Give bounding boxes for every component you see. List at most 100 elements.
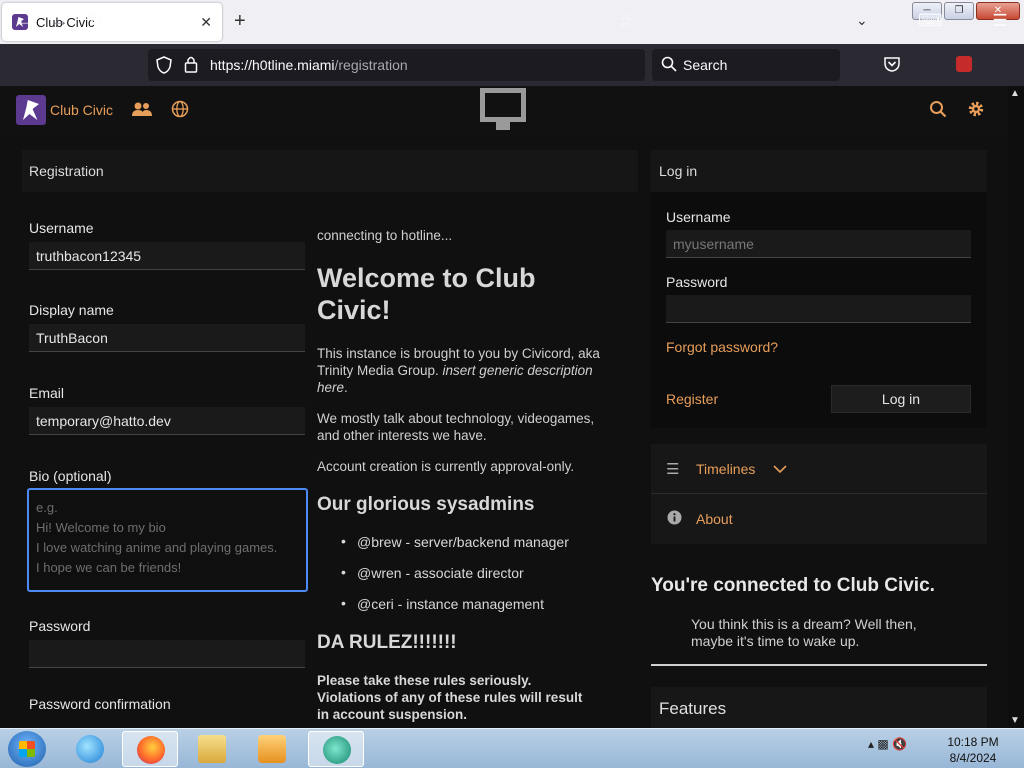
monitor-icon — [480, 88, 526, 132]
start-button[interactable] — [8, 731, 46, 767]
firefox-icon — [137, 736, 165, 764]
list-icon: ☰ — [666, 461, 680, 478]
taskbar-explorer[interactable] — [184, 731, 240, 767]
connected-line1: You think this is a dream? Well then, — [691, 616, 917, 632]
scroll-down-icon[interactable]: ▼ — [1010, 715, 1020, 726]
new-tab-button[interactable]: + — [234, 10, 246, 33]
password-field[interactable] — [29, 640, 305, 668]
app-icon — [323, 736, 351, 764]
side-menu — [651, 444, 987, 544]
login-password-field[interactable] — [666, 295, 971, 323]
bio-label: Bio (optional) — [29, 468, 112, 484]
club-civic-logo-icon[interactable] — [16, 95, 46, 125]
taskbar-firefox[interactable] — [122, 731, 178, 767]
clock-date: 8/4/2024 — [949, 751, 997, 765]
connection-status: connecting to hotline... — [317, 228, 453, 243]
sysadmin-item: @brew - server/backend manager — [357, 534, 569, 550]
page-scrollbar[interactable]: ▲ ▼ — [1008, 86, 1024, 728]
people-icon[interactable] — [131, 101, 153, 117]
pocket-icon[interactable] — [883, 56, 901, 72]
intro-line1: This instance is brought to you by Civic… — [317, 346, 600, 361]
search-placeholder: Search — [683, 57, 728, 73]
intro-line2: Trinity Media Group. insert generic desc… — [317, 362, 617, 379]
tray-icons[interactable]: ▴ ▩ 🔇 — [868, 737, 907, 751]
login-panel-header — [651, 150, 987, 192]
login-password-label: Password — [666, 274, 728, 290]
about-menu-item[interactable]: About — [696, 511, 733, 527]
info-icon — [667, 510, 682, 525]
tab-close-icon[interactable]: ✕ — [200, 14, 212, 31]
login-username-field[interactable]: myusername — [666, 230, 971, 258]
ublock-icon[interactable] — [956, 56, 972, 72]
chevron-down-icon[interactable] — [773, 464, 787, 474]
extensions-icon[interactable]: ⌨ — [918, 11, 943, 31]
forward-icon[interactable]: → — [50, 11, 70, 31]
settings-gear-icon[interactable] — [967, 100, 985, 118]
search-site-icon[interactable] — [929, 100, 947, 118]
scroll-up-icon[interactable]: ▲ — [1010, 88, 1020, 99]
clock[interactable]: 10:18 PM 8/4/2024 — [940, 734, 1006, 766]
restore-button[interactable]: ❐ — [944, 2, 974, 20]
site-header: Club Civic — [0, 86, 1008, 136]
hamburger-menu-icon[interactable]: ☰ — [990, 11, 1010, 31]
folder-icon — [198, 735, 226, 763]
rules-line1: Please take these rules seriously. — [317, 673, 532, 688]
page-viewport: Club Civic Registration Username truthba… — [0, 86, 1008, 728]
login-button[interactable]: Log in — [831, 385, 971, 413]
taskbar-ie[interactable] — [62, 731, 118, 767]
monitor-stand — [496, 122, 510, 130]
bio-textarea[interactable]: e.g. Hi! Welcome to my bio I love watchi… — [27, 488, 308, 592]
bullet-3: • — [341, 595, 346, 611]
email-field[interactable]: temporary@hatto.dev — [29, 407, 305, 435]
connected-text: You think this is a dream? Well then, ma… — [691, 616, 951, 650]
login-username-label: Username — [666, 209, 731, 225]
intro-paragraph: This instance is brought to you by Civic… — [317, 345, 617, 396]
rules-line2: Violations of any of these rules will re… — [317, 690, 583, 705]
list-all-tabs-icon[interactable]: ⌄ — [856, 12, 868, 29]
browser-tab-bar: Club Civic ✕ + ⌄ ─ ❐ ✕ — [0, 0, 1024, 44]
taskbar-media[interactable] — [244, 731, 300, 767]
email-label: Email — [29, 385, 65, 401]
register-link[interactable]: Register — [666, 391, 718, 407]
username-field[interactable]: truthbacon12345 — [29, 242, 305, 270]
taskbar-app[interactable] — [308, 731, 364, 767]
talk-line2: and other interests we have. — [317, 428, 487, 443]
registration-panel-header — [22, 150, 638, 192]
shield-icon[interactable] — [156, 56, 172, 74]
brand-link[interactable]: Club Civic — [50, 102, 113, 118]
globe-icon[interactable] — [171, 100, 189, 118]
forgot-password-link[interactable]: Forgot password? — [666, 339, 778, 355]
sysadmin-item: @wren - associate director — [357, 565, 524, 581]
browser-tab[interactable]: Club Civic ✕ — [2, 3, 222, 41]
url-text[interactable]: https://h0tline.miami/registration — [210, 57, 408, 73]
intro-line3-plain: . — [344, 380, 348, 395]
connected-title: You're connected to Club Civic. — [651, 575, 935, 596]
back-icon[interactable]: ← — [14, 11, 34, 31]
browser-search-box[interactable] — [652, 49, 840, 81]
intro-line2-plain: Trinity Media Group. — [317, 363, 443, 378]
reload-icon[interactable]: ↻ — [86, 11, 106, 31]
search-icon — [661, 56, 677, 72]
bullet-2: • — [341, 564, 346, 580]
lock-icon[interactable] — [184, 55, 198, 73]
url-host: https://h0tline.miami — [210, 57, 335, 73]
bullet-1: • — [341, 533, 346, 549]
monitor-screen — [480, 88, 526, 122]
rules-heading: DA RULEZ!!!!!!! — [317, 632, 457, 653]
timelines-menu-item[interactable]: Timelines — [696, 461, 755, 477]
url-path: /registration — [334, 57, 408, 73]
sysadmins-heading: Our glorious sysadmins — [317, 494, 535, 515]
rules-warning: Please take these rules seriously. Viola… — [317, 672, 617, 723]
divider — [651, 664, 987, 666]
welcome-heading-line1: Welcome to Club — [317, 263, 536, 293]
clock-time: 10:18 PM — [947, 735, 999, 749]
menu-divider — [651, 493, 987, 494]
bookmark-star-icon[interactable]: ☆ — [616, 11, 636, 31]
sysadmin-item: @ceri - instance management — [357, 596, 544, 612]
registration-title: Registration — [29, 163, 104, 179]
intro-line2-italic: insert generic description — [442, 363, 593, 378]
media-player-icon — [258, 735, 286, 763]
display-name-field[interactable]: TruthBacon — [29, 324, 305, 352]
internet-explorer-icon — [76, 735, 104, 763]
rules-line3: in account suspension. — [317, 707, 468, 722]
